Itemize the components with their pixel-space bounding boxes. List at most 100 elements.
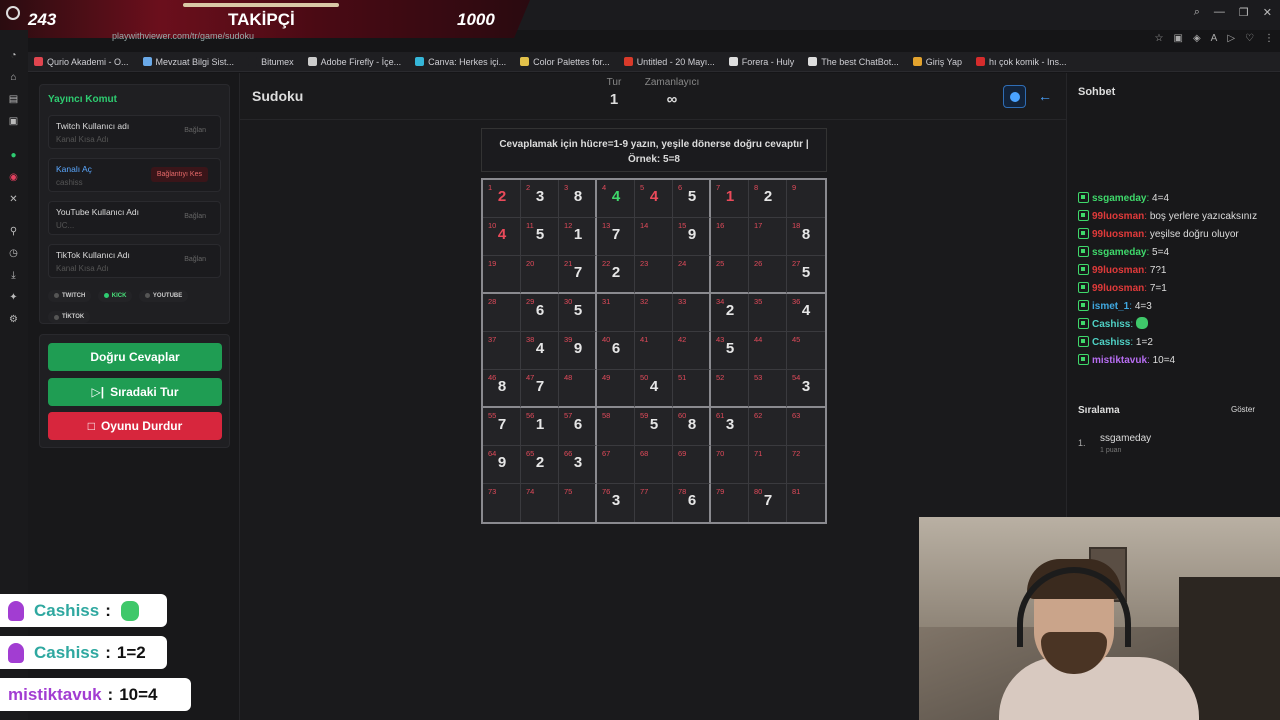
sudoku-cell[interactable]: 81 (787, 484, 825, 522)
sudoku-cell[interactable]: 61 3 (711, 408, 749, 446)
sudoku-cell[interactable]: 44 (597, 180, 635, 218)
sudoku-cell[interactable]: 17 (749, 218, 787, 256)
sudoku-cell[interactable]: 55 7 (483, 408, 521, 446)
sudoku-cell[interactable]: 79 (711, 484, 749, 522)
sudoku-cell[interactable]: 65 (673, 180, 711, 218)
sudoku-cell[interactable]: 40 6 (597, 332, 635, 370)
chip-twitch[interactable]: TWITCH (48, 289, 92, 302)
sudoku-cell[interactable]: 48 (559, 370, 597, 408)
sudoku-cell[interactable]: 12 1 (559, 218, 597, 256)
sudoku-cell[interactable]: 30 5 (559, 294, 597, 332)
shield-icon[interactable]: ◈ (1193, 33, 1201, 44)
sudoku-cell[interactable]: 41 (635, 332, 673, 370)
twitch-connect-button[interactable]: Bağlan (184, 127, 206, 134)
address-bar[interactable]: playwithviewer.com/tr/game/sudoku (30, 31, 430, 47)
bookmark-icon[interactable]: ☆ (1155, 33, 1164, 44)
sudoku-cell[interactable]: 43 5 (711, 332, 749, 370)
bookmark-item[interactable]: Mevzuat Bilgi Sist... (142, 57, 234, 67)
sudoku-cell[interactable]: 14 (635, 218, 673, 256)
tiktok-connect-button[interactable]: Bağlan (184, 256, 206, 263)
wallet-icon[interactable]: ▤ (8, 94, 19, 105)
sudoku-cell[interactable]: 80 7 (749, 484, 787, 522)
sudoku-cell[interactable]: 72 (787, 446, 825, 484)
chat-username[interactable]: ismet_1 (1092, 301, 1129, 312)
bookmark-item[interactable]: Forera - Huly (728, 57, 794, 67)
sudoku-cell[interactable]: 34 2 (711, 294, 749, 332)
sudoku-cell[interactable]: 46 8 (483, 370, 521, 408)
next-round-button[interactable]: ▷| Sıradaki Tur (48, 378, 222, 406)
whatsapp-icon[interactable]: ● (8, 150, 19, 161)
sudoku-cell[interactable]: 74 (521, 484, 559, 522)
sudoku-cell[interactable]: 24 (673, 256, 711, 294)
sudoku-cell[interactable]: 16 (711, 218, 749, 256)
heart-icon[interactable]: ♡ (1245, 33, 1254, 44)
menu-icon[interactable]: ⋮ (1264, 33, 1274, 44)
sudoku-cell[interactable]: 36 4 (787, 294, 825, 332)
chip-tiktok[interactable]: TİKTOK (48, 311, 91, 323)
download-icon[interactable]: ⤓ (8, 270, 19, 281)
bookmark-item[interactable]: Untitled - 20 Mayı... (623, 57, 715, 67)
chat-username[interactable]: ssgameday (1092, 247, 1146, 258)
chat-username[interactable]: mistiktavuk (1092, 355, 1147, 366)
chip-kick[interactable]: KICK (97, 289, 133, 302)
bookmark-item[interactable]: Canva: Herkes içi... (415, 57, 506, 67)
sudoku-cell[interactable]: 27 5 (787, 256, 825, 294)
sudoku-cell[interactable]: 37 (483, 332, 521, 370)
youtube-input[interactable]: UC... (56, 221, 74, 230)
sudoku-cell[interactable]: 70 (711, 446, 749, 484)
sudoku-cell[interactable]: 82 (749, 180, 787, 218)
stop-game-button[interactable]: □ Oyunu Durdur (48, 412, 222, 440)
sudoku-cell[interactable]: 64 9 (483, 446, 521, 484)
tiktok-input[interactable]: Kanal Kısa Adı (56, 264, 108, 273)
sudoku-cell[interactable]: 47 7 (521, 370, 559, 408)
history-icon[interactable]: ◷ (8, 248, 19, 259)
sudoku-cell[interactable]: 21 7 (559, 256, 597, 294)
sudoku-cell[interactable]: 59 5 (635, 408, 673, 446)
youtube-connect-button[interactable]: Bağlan (184, 213, 206, 220)
chat-username[interactable]: 99luosman (1092, 229, 1144, 240)
sudoku-cell[interactable]: 38 (559, 180, 597, 218)
bookmark-item[interactable]: Giriş Yap (912, 57, 962, 67)
bookmark-item[interactable]: hı çok komik - Ins... (975, 57, 1067, 67)
correct-answers-button[interactable]: Doğru Cevaplar (48, 343, 222, 371)
sudoku-cell[interactable]: 29 6 (521, 294, 559, 332)
minimize-icon[interactable]: — (1214, 6, 1225, 19)
play-icon[interactable]: ▷ (1227, 33, 1235, 44)
sudoku-cell[interactable]: 58 (597, 408, 635, 446)
sudoku-cell[interactable]: 9 (787, 180, 825, 218)
sudoku-cell[interactable]: 68 (635, 446, 673, 484)
instagram-icon[interactable]: ◉ (8, 172, 19, 183)
chat-username[interactable]: Cashiss (1092, 337, 1130, 348)
sudoku-cell[interactable]: 45 (787, 332, 825, 370)
sudoku-cell[interactable]: 20 (521, 256, 559, 294)
translate-icon[interactable]: A (1211, 33, 1218, 44)
bookmark-item[interactable]: Color Palettes for... (520, 57, 610, 67)
close-icon[interactable]: ✕ (1263, 6, 1272, 19)
sudoku-cell[interactable]: 22 2 (597, 256, 635, 294)
discord-button[interactable] (1003, 85, 1026, 108)
sudoku-cell[interactable]: 52 (711, 370, 749, 408)
sudoku-cell[interactable]: 75 (559, 484, 597, 522)
chip-youtube[interactable]: YOUTUBE (138, 289, 189, 302)
sudoku-cell[interactable]: 11 5 (521, 218, 559, 256)
sudoku-cell[interactable]: 31 (597, 294, 635, 332)
bookmarks-icon[interactable]: ⌂ (8, 72, 19, 83)
bookmark-item[interactable]: Bitumex (248, 57, 294, 67)
sudoku-cell[interactable]: 54 3 (787, 370, 825, 408)
sudoku-cell[interactable]: 62 (749, 408, 787, 446)
sudoku-cell[interactable]: 53 (749, 370, 787, 408)
sudoku-cell[interactable]: 76 3 (597, 484, 635, 522)
sudoku-cell[interactable]: 23 (635, 256, 673, 294)
sudoku-cell[interactable]: 15 9 (673, 218, 711, 256)
sudoku-cell[interactable]: 65 2 (521, 446, 559, 484)
sudoku-cell[interactable]: 49 (597, 370, 635, 408)
bookmark-item[interactable]: Qurio Akademi - O... (34, 57, 129, 67)
sudoku-cell[interactable]: 33 (673, 294, 711, 332)
chat-username[interactable]: 99luosman (1092, 265, 1144, 276)
sudoku-cell[interactable]: 77 (635, 484, 673, 522)
sudoku-cell[interactable]: 25 (711, 256, 749, 294)
sudoku-cell[interactable]: 35 (749, 294, 787, 332)
x-icon[interactable]: ✕ (8, 194, 19, 205)
chat-username[interactable]: 99luosman (1092, 211, 1144, 222)
search-icon[interactable]: ⌕ (1194, 6, 1200, 19)
